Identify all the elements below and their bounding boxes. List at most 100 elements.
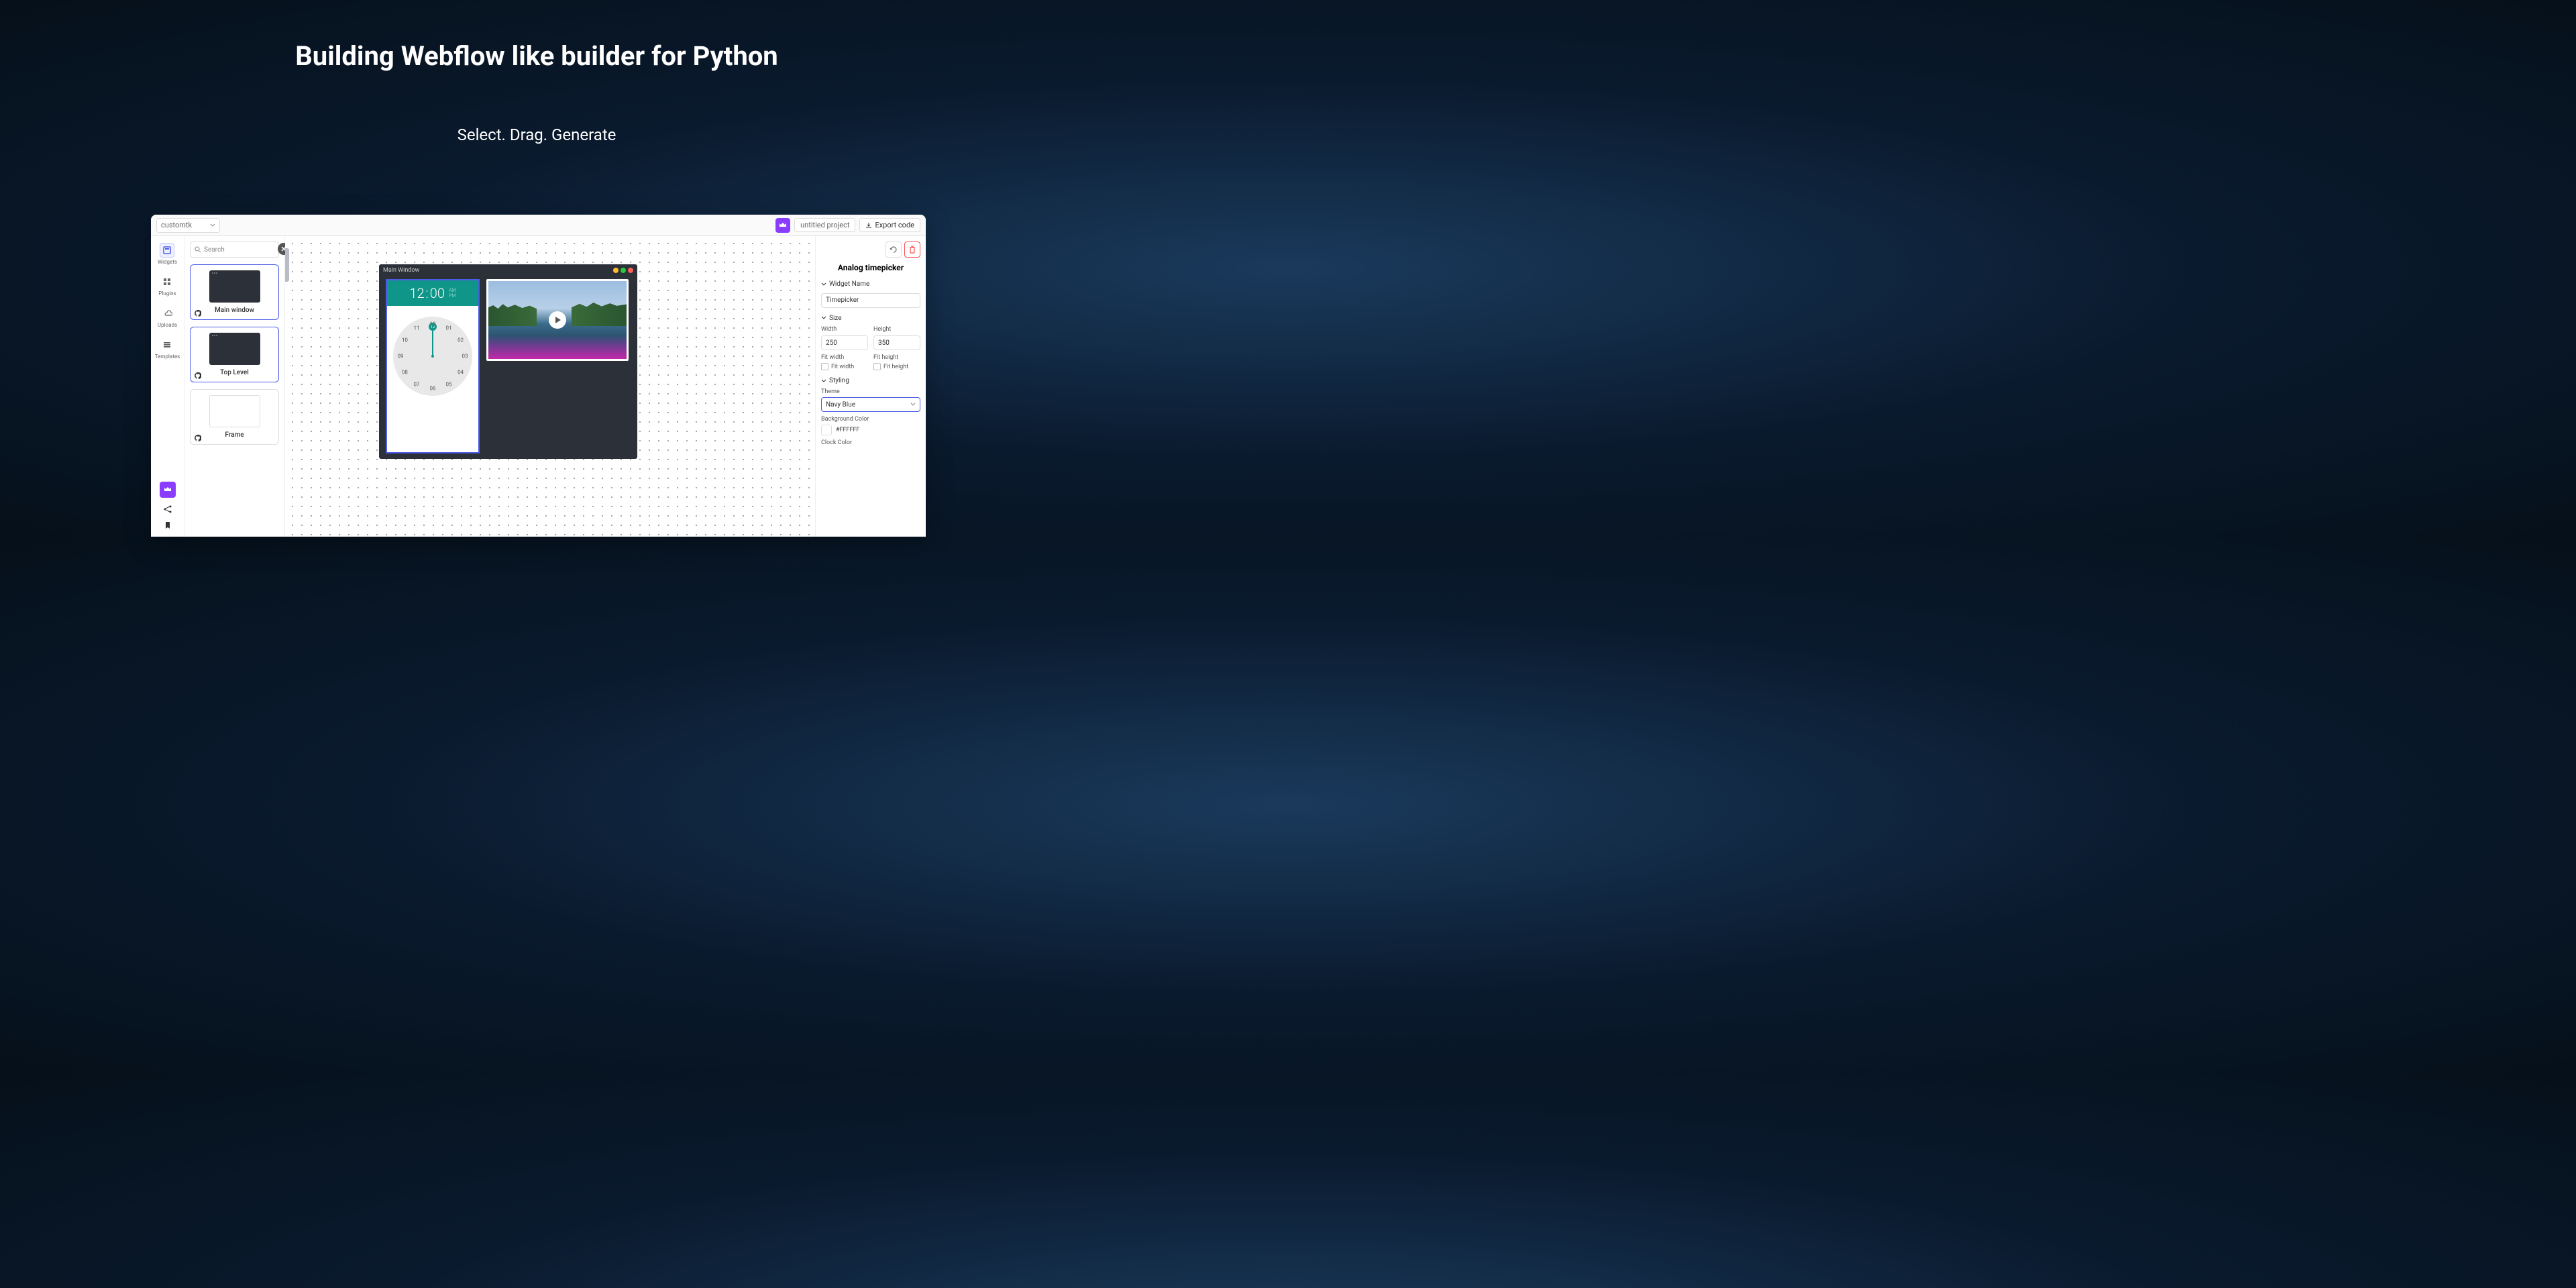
section-styling[interactable]: Styling	[821, 377, 920, 384]
clock-center	[431, 355, 434, 358]
bg-color-input[interactable]: #FFFFFF	[821, 425, 920, 435]
section-widget-name[interactable]: Widget Name	[821, 280, 920, 288]
checkbox-icon	[873, 363, 881, 370]
widget-thumb	[209, 395, 260, 427]
properties-panel: Analog timepicker Widget Name Size Width	[815, 236, 926, 537]
timepicker-header: 12 : 00 AM PM	[387, 280, 478, 306]
props-title: Analog timepicker	[821, 263, 920, 272]
height-label: Height	[873, 326, 920, 333]
plugins-icon	[160, 274, 174, 289]
trash-icon	[908, 246, 916, 254]
widget-thumb	[209, 270, 260, 303]
fit-width-label: Fit width	[821, 354, 868, 361]
timepicker-hours[interactable]: 12	[409, 285, 424, 301]
project-name-input[interactable]: untitled project	[794, 218, 855, 232]
width-label: Width	[821, 326, 868, 333]
chevron-down-icon	[910, 402, 916, 407]
section-label: Widget Name	[829, 280, 869, 288]
iconbar: Widgets Plugins Uploads Templates	[151, 236, 184, 537]
clock-number[interactable]: 08	[402, 370, 408, 376]
fit-height-label: Fit height	[873, 354, 920, 361]
export-label: Export code	[875, 221, 914, 229]
clock-number[interactable]: 04	[458, 370, 464, 376]
bookmark-icon[interactable]	[163, 521, 172, 530]
refresh-icon	[890, 246, 898, 254]
framework-name: customtk	[161, 221, 192, 229]
topbar: customtk untitled project Export code	[151, 215, 926, 236]
github-icon[interactable]	[195, 372, 201, 379]
widget-name-input[interactable]	[821, 293, 920, 308]
timepicker-colon: :	[426, 285, 429, 301]
delete-button[interactable]	[904, 241, 920, 258]
height-input[interactable]	[873, 335, 920, 350]
color-swatch[interactable]	[821, 425, 832, 435]
uploads-icon	[160, 306, 175, 321]
iconbar-plugins[interactable]: Plugins	[158, 274, 176, 297]
widget-name: Frame	[225, 431, 244, 439]
fit-height-text: Fit height	[883, 364, 908, 370]
github-icon[interactable]	[195, 310, 201, 317]
clock-number[interactable]: 05	[446, 381, 452, 387]
theme-value: Navy Blue	[826, 401, 855, 409]
hero-title: Building Webflow like builder for Python	[0, 0, 1073, 72]
widget-card-main-window[interactable]: Main window	[190, 264, 279, 320]
fit-width-checkbox[interactable]: Fit width	[821, 363, 868, 370]
width-input[interactable]	[821, 335, 868, 350]
chevron-down-icon	[210, 223, 215, 228]
design-window-title: Main Window	[383, 267, 419, 274]
timepicker-pm[interactable]: PM	[449, 293, 456, 299]
hero-subtitle: Select. Drag. Generate	[0, 125, 1073, 144]
iconbar-templates[interactable]: Templates	[155, 337, 180, 360]
clock-number[interactable]: 07	[414, 381, 420, 387]
share-icon[interactable]	[163, 504, 172, 514]
reset-button[interactable]	[885, 241, 902, 258]
play-icon	[555, 317, 561, 323]
clock-color-label: Clock Color	[821, 439, 920, 446]
main-area: Widgets Plugins Uploads Templates	[151, 236, 926, 537]
bg-color-label: Background Color	[821, 416, 920, 423]
premium-badge-icon[interactable]	[775, 218, 790, 233]
app-window: customtk untitled project Export code Wi…	[151, 215, 926, 537]
timepicker-widget[interactable]: 12 : 00 AM PM 12 12 01 02 03 04 05 06 07 08 09 10 1…	[386, 279, 480, 453]
timepicker-clock[interactable]: 12 120102030405060708091011	[393, 317, 472, 396]
iconbar-uploads[interactable]: Uploads	[158, 306, 177, 328]
timepicker-minutes[interactable]: 00	[430, 285, 445, 301]
canvas-handle[interactable]	[285, 248, 289, 282]
clock-number[interactable]: 11	[414, 325, 420, 331]
widget-thumb	[209, 333, 260, 365]
clock-number[interactable]: 03	[462, 354, 468, 360]
fit-height-checkbox[interactable]: Fit height	[873, 363, 920, 370]
github-icon[interactable]	[195, 435, 201, 441]
design-window-header: Main Window	[379, 264, 637, 276]
widget-name: Top Level	[220, 369, 249, 376]
section-size[interactable]: Size	[821, 315, 920, 322]
timepicker-am[interactable]: AM	[449, 288, 456, 293]
export-code-button[interactable]: Export code	[859, 218, 920, 232]
video-widget[interactable]	[486, 279, 629, 361]
widget-card-frame[interactable]: Frame	[190, 389, 279, 445]
iconbar-templates-label: Templates	[155, 354, 180, 360]
canvas[interactable]: Main Window 12 : 00 AM PM	[285, 236, 815, 537]
theme-label: Theme	[821, 388, 920, 395]
clock-number[interactable]: 12	[430, 321, 436, 327]
fit-width-text: Fit width	[831, 364, 854, 370]
premium-button[interactable]	[160, 482, 176, 498]
clock-number[interactable]: 02	[458, 337, 464, 343]
clock-number[interactable]: 10	[402, 337, 408, 343]
play-button[interactable]	[549, 311, 566, 329]
iconbar-plugins-label: Plugins	[158, 290, 176, 297]
search-placeholder: Search	[204, 246, 225, 254]
search-input[interactable]: Search	[190, 241, 279, 258]
checkbox-icon	[821, 363, 828, 370]
theme-select[interactable]: Navy Blue	[821, 397, 920, 412]
design-window[interactable]: Main Window 12 : 00 AM PM	[379, 264, 637, 459]
iconbar-widgets[interactable]: Widgets	[158, 243, 177, 265]
chevron-down-icon	[821, 282, 826, 287]
widget-card-top-level[interactable]: Top Level	[190, 327, 279, 382]
framework-select[interactable]: customtk	[156, 218, 220, 233]
download-icon	[865, 222, 872, 229]
clock-number[interactable]: 01	[446, 325, 452, 331]
clock-number[interactable]: 09	[398, 354, 404, 360]
widgets-icon	[160, 243, 174, 258]
clock-number[interactable]: 06	[430, 386, 436, 392]
